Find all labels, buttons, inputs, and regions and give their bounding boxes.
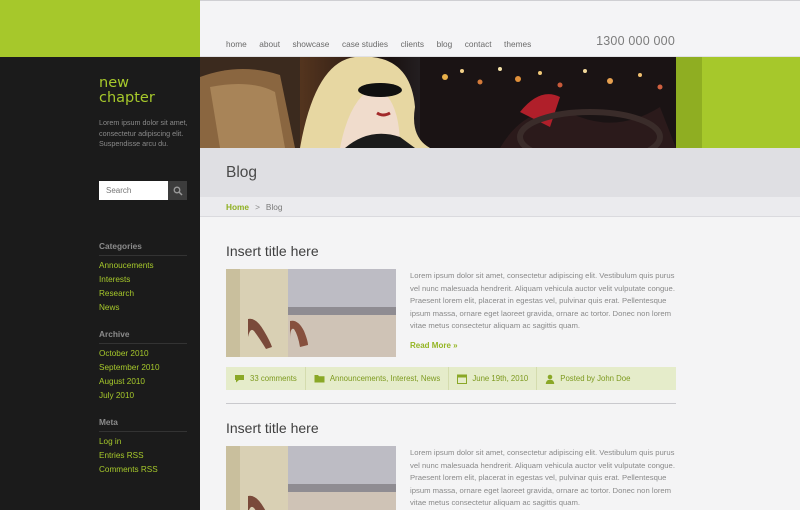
meta-link-comments-rss[interactable]: Comments RSS: [99, 463, 187, 477]
nav-about[interactable]: about: [259, 39, 280, 49]
hero-photo: [200, 57, 676, 148]
category-link[interactable]: News: [99, 301, 187, 315]
post-comments-count: 33 comments: [250, 374, 297, 383]
nav-blog[interactable]: blog: [437, 39, 453, 49]
site-logo[interactable]: new chapter: [99, 76, 155, 106]
post-title[interactable]: Insert title here: [226, 243, 319, 259]
archive-widget: Archive October 2010 September 2010 Augu…: [99, 329, 187, 403]
folder-icon: [314, 375, 325, 383]
main-nav: home about showcase case studies clients…: [226, 39, 544, 49]
categories-heading: Categories: [99, 241, 187, 256]
breadcrumb: Home > Blog: [226, 202, 283, 212]
user-icon: [546, 374, 555, 384]
post-author-text: Posted by John Doe: [560, 374, 631, 383]
archive-link[interactable]: September 2010: [99, 361, 187, 375]
categories-widget: Categories Annoucements Interests Resear…: [99, 241, 187, 315]
nav-case-studies[interactable]: case studies: [342, 39, 388, 49]
category-link[interactable]: Annoucements: [99, 259, 187, 273]
search-box: [99, 181, 187, 200]
post-categories[interactable]: Announcements, Interest, News: [306, 367, 450, 390]
sidebar-top-accent: [0, 0, 200, 57]
top-navigation-bar: home about showcase case studies clients…: [200, 0, 800, 57]
post-meta-bar: 33 comments Announcements, Interest, New…: [226, 367, 676, 390]
breadcrumb-bar: Home > Blog: [200, 197, 800, 217]
post-divider: [226, 403, 676, 404]
hero-side-accent: [676, 57, 800, 148]
post-excerpt: Lorem ipsum dolor sit amet, consectetur …: [410, 448, 675, 508]
meta-heading: Meta: [99, 417, 187, 432]
nav-contact[interactable]: contact: [465, 39, 492, 49]
main-content: Insert title here Lorem ipsum dolor sit …: [200, 217, 800, 510]
post-thumbnail-image: [226, 446, 396, 510]
post-categories-text: Announcements, Interest, News: [329, 374, 441, 383]
archive-link[interactable]: July 2010: [99, 389, 187, 403]
calendar-icon: [457, 374, 468, 384]
comment-icon: [235, 375, 244, 383]
post-thumbnail-image: [226, 269, 396, 357]
breadcrumb-separator: >: [255, 202, 260, 212]
category-link[interactable]: Research: [99, 287, 187, 301]
nav-showcase[interactable]: showcase: [293, 39, 330, 49]
archive-link[interactable]: August 2010: [99, 375, 187, 389]
category-link[interactable]: Interests: [99, 273, 187, 287]
nav-themes[interactable]: themes: [504, 39, 531, 49]
sidebar: new chapter Lorem ipsum dolor sit amet, …: [0, 0, 200, 510]
search-button[interactable]: [168, 181, 187, 200]
site-tagline: Lorem ipsum dolor sit amet, consectetur …: [99, 118, 188, 148]
meta-link-login[interactable]: Log in: [99, 435, 187, 449]
post-title[interactable]: Insert title here: [226, 420, 319, 436]
post-author[interactable]: Posted by John Doe: [537, 367, 638, 390]
post-date-text: June 19th, 2010: [472, 374, 529, 383]
phone-number: 1300 000 000: [596, 34, 675, 48]
nav-clients[interactable]: clients: [401, 39, 425, 49]
meta-link-entries-rss[interactable]: Entries RSS: [99, 449, 187, 463]
read-more-link[interactable]: Read More »: [410, 341, 458, 350]
logo-line-1: new: [99, 75, 129, 91]
search-input[interactable]: [99, 181, 168, 200]
meta-widget: Meta Log in Entries RSS Comments RSS: [99, 417, 187, 477]
page-header: Blog: [200, 148, 800, 197]
post-date: June 19th, 2010: [449, 367, 538, 390]
search-icon: [173, 186, 183, 196]
archive-link[interactable]: October 2010: [99, 347, 187, 361]
hero-banner-image: [200, 57, 676, 148]
post-excerpt: Lorem ipsum dolor sit amet, consectetur …: [410, 271, 675, 331]
page-title: Blog: [226, 164, 258, 181]
post-thumbnail[interactable]: [226, 446, 396, 510]
post-thumbnail[interactable]: [226, 269, 396, 357]
logo-line-2: chapter: [99, 90, 155, 106]
archive-heading: Archive: [99, 329, 187, 344]
post-comments-link[interactable]: 33 comments: [226, 367, 306, 390]
breadcrumb-home-link[interactable]: Home: [226, 202, 249, 212]
nav-home[interactable]: home: [226, 39, 247, 49]
hero-side-accent-strip: [676, 57, 702, 148]
breadcrumb-current: Blog: [265, 202, 283, 212]
